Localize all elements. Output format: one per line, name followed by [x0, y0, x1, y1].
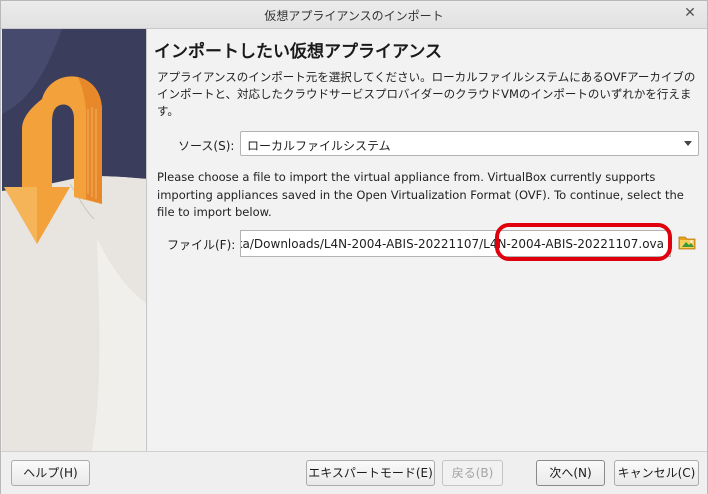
file-label: ファイル(F): [167, 238, 236, 252]
page-title: インポートしたい仮想アプライアンス [154, 42, 442, 62]
source-select-value: ローカルファイルシステム [247, 139, 391, 153]
source-select[interactable]: ローカルファイルシステム [240, 131, 699, 156]
back-button[interactable]: 戻る(B) [442, 460, 503, 486]
help-button[interactable]: ヘルプ(H) [11, 460, 90, 486]
import-arrow-illustration [2, 29, 146, 451]
close-icon[interactable]: ✕ [683, 6, 697, 20]
next-button[interactable]: 次へ(N) [536, 460, 605, 486]
open-folder-icon[interactable] [678, 233, 696, 251]
button-bar: ヘルプ(H) エキスパートモード(E) 戻る(B) 次へ(N) キャンセル(C) [1, 451, 707, 494]
import-appliance-dialog: 仮想アプライアンスのインポート ✕ インポートしたい仮想アプライアンス アプライ… [0, 0, 708, 494]
wizard-page: インポートしたい仮想アプライアンス アプライアンスのインポート元を選択してくださ… [148, 29, 707, 451]
expert-mode-button[interactable]: エキスパートモード(E) [306, 460, 435, 486]
chevron-down-icon [684, 141, 692, 146]
source-info-text: Please choose a file to import the virtu… [157, 170, 684, 219]
file-path-value: /home/kiyotaka/Downloads/L4N-2004-ABIS-2… [241, 237, 664, 251]
window-title: 仮想アプライアンスのインポート [264, 9, 444, 23]
cancel-button[interactable]: キャンセル(C) [614, 460, 699, 486]
source-label: ソース(S): [178, 139, 235, 153]
title-bar: 仮想アプライアンスのインポート ✕ [1, 1, 707, 29]
page-description: アプライアンスのインポート元を選択してください。ローカルファイルシステムにあるO… [157, 70, 696, 118]
file-path-input[interactable]: /home/kiyotaka/Downloads/L4N-2004-ABIS-2… [240, 230, 671, 257]
wizard-side-illustration [2, 29, 147, 451]
